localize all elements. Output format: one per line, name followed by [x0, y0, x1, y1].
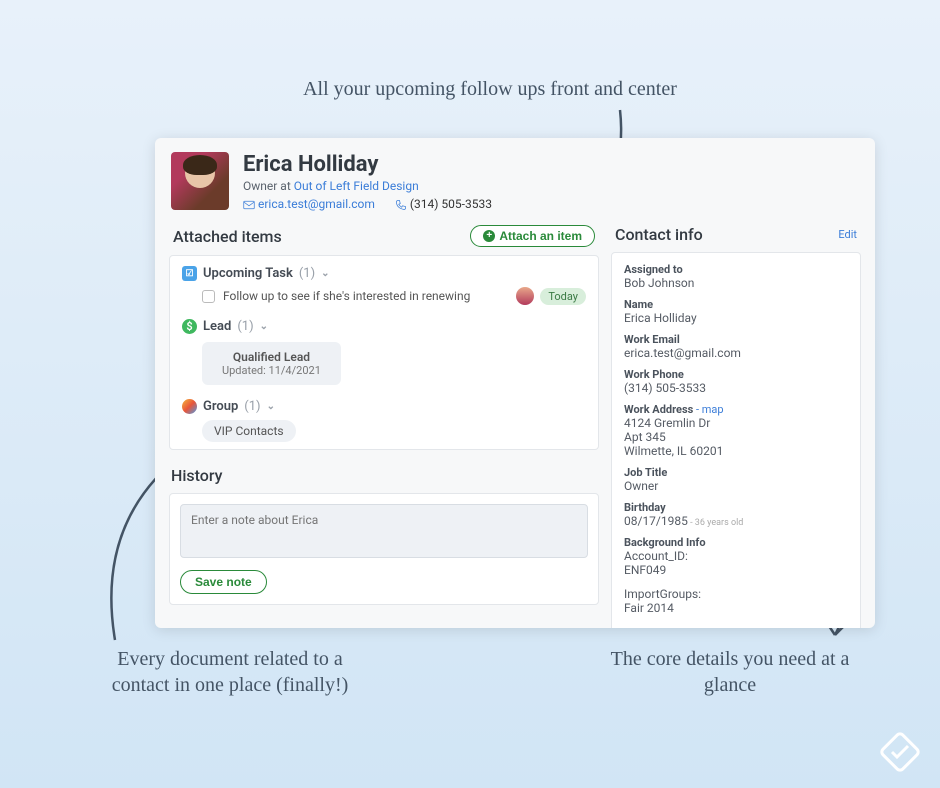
attached-panel: ☑ Upcoming Task (1) ⌄ Follow up to see i… [169, 255, 599, 450]
assignee-avatar [516, 287, 534, 305]
chevron-down-icon: ⌄ [260, 321, 268, 332]
edit-link[interactable]: Edit [838, 228, 857, 241]
info-panel: Assigned toBob Johnson NameErica Hollida… [611, 252, 861, 628]
task-row[interactable]: Follow up to see if she's interested in … [182, 281, 586, 305]
annotation-top: All your upcoming follow ups front and c… [300, 76, 680, 102]
task-text: Follow up to see if she's interested in … [223, 289, 470, 303]
contact-header: Erica Holliday Owner at Out of Left Fiel… [155, 138, 875, 221]
annotation-bottom-left: Every document related to a contact in o… [90, 646, 370, 698]
lead-card[interactable]: Qualified Lead Updated: 11/4/2021 [202, 342, 341, 385]
attach-item-button[interactable]: + Attach an item [470, 225, 595, 247]
company-link[interactable]: Out of Left Field Design [294, 179, 419, 193]
history-title: History [171, 466, 599, 485]
info-title: Contact info [615, 225, 703, 244]
avatar [171, 152, 229, 210]
group-icon [182, 399, 197, 414]
brand-logo-icon [878, 730, 922, 774]
due-badge: Today [540, 288, 586, 305]
note-input[interactable] [180, 504, 588, 558]
map-link[interactable]: - map [693, 403, 723, 416]
annotation-bottom-right: The core details you need at a glance [610, 646, 850, 698]
lead-icon: $ [182, 319, 197, 334]
contact-role: Owner at Out of Left Field Design [243, 179, 492, 193]
task-checkbox[interactable] [202, 290, 215, 303]
chevron-down-icon: ⌄ [267, 401, 275, 412]
save-note-button[interactable]: Save note [180, 570, 267, 594]
group-pill[interactable]: VIP Contacts [202, 420, 296, 442]
chevron-down-icon: ⌄ [321, 268, 329, 279]
contact-card: Erica Holliday Owner at Out of Left Fiel… [155, 138, 875, 628]
phone-text: (314) 505-3533 [395, 197, 492, 211]
task-group-header[interactable]: ☑ Upcoming Task (1) ⌄ [182, 266, 586, 281]
lead-group-header[interactable]: $ Lead (1) ⌄ [182, 319, 586, 334]
email-link[interactable]: erica.test@gmail.com [243, 197, 375, 211]
contact-name: Erica Holliday [243, 152, 492, 177]
task-icon: ☑ [182, 266, 197, 281]
attached-title: Attached items [173, 227, 282, 246]
group-group-header[interactable]: Group (1) ⌄ [182, 399, 586, 414]
phone-icon [395, 199, 407, 211]
mail-icon [243, 199, 255, 211]
plus-icon: + [483, 230, 495, 242]
